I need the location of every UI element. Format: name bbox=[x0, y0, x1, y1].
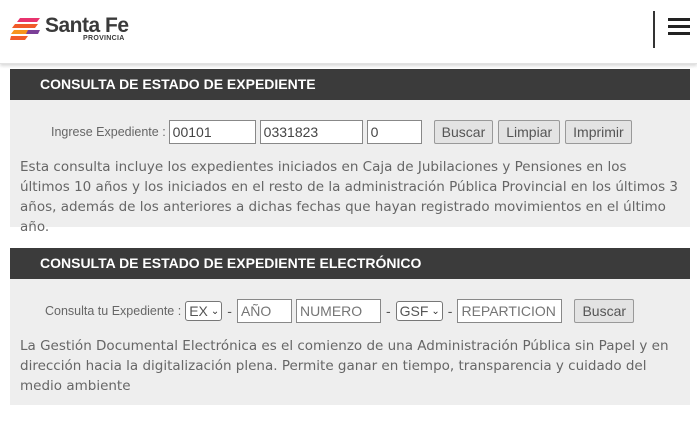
separator-dash: - bbox=[385, 303, 391, 319]
chevron-down-icon: ⌄ bbox=[431, 305, 440, 317]
buscar-electronico-button[interactable]: Buscar bbox=[574, 299, 635, 323]
expediente-label: Ingrese Expediente : bbox=[51, 125, 166, 139]
reparticion-input[interactable] bbox=[457, 299, 563, 323]
expediente-description: Esta consulta incluye los expedientes in… bbox=[20, 159, 679, 235]
chevron-down-icon: ⌄ bbox=[210, 305, 220, 317]
limpiar-button[interactable]: Limpiar bbox=[498, 120, 561, 144]
expediente-field-3[interactable] bbox=[366, 120, 422, 144]
hamburger-icon[interactable] bbox=[668, 18, 690, 38]
electronico-description: La Gestión Documental Electrónica es el … bbox=[20, 338, 669, 394]
electronico-label: Consulta tu Expediente : bbox=[45, 304, 182, 318]
expediente-electronico-panel-title: CONSULTA DE ESTADO DE EXPEDIENTE ELECTRÓ… bbox=[10, 248, 690, 279]
santa-fe-logo-icon bbox=[10, 18, 40, 40]
tipo-select[interactable]: EX ⌄ bbox=[185, 301, 223, 321]
anio-input[interactable] bbox=[236, 299, 292, 323]
numero-input[interactable] bbox=[295, 299, 381, 323]
ecosistema-select[interactable]: GSF ⌄ bbox=[395, 301, 443, 321]
tipo-select-value: EX bbox=[189, 303, 208, 319]
separator-dash: - bbox=[447, 303, 453, 319]
ecosistema-select-value: GSF bbox=[399, 303, 429, 319]
buscar-button[interactable]: Buscar bbox=[433, 120, 494, 144]
expediente-form: Ingrese Expediente : Buscar Limpiar Impr… bbox=[51, 119, 632, 145]
menu-divider bbox=[653, 11, 655, 48]
logo-subtitle: PROVINCIA bbox=[83, 35, 125, 42]
separator-dash: - bbox=[227, 303, 232, 319]
top-navbar: Santa Fe PROVINCIA bbox=[0, 0, 697, 64]
expediente-panel-title: CONSULTA DE ESTADO DE EXPEDIENTE bbox=[10, 69, 690, 100]
expediente-electronico-form: Consulta tu Expediente : EX ⌄ - - GSF ⌄ … bbox=[45, 298, 635, 324]
imprimir-button[interactable]: Imprimir bbox=[565, 120, 632, 144]
santa-fe-logo[interactable]: Santa Fe PROVINCIA bbox=[10, 14, 130, 46]
expediente-field-2[interactable] bbox=[259, 120, 363, 144]
expediente-field-1[interactable] bbox=[168, 120, 256, 144]
